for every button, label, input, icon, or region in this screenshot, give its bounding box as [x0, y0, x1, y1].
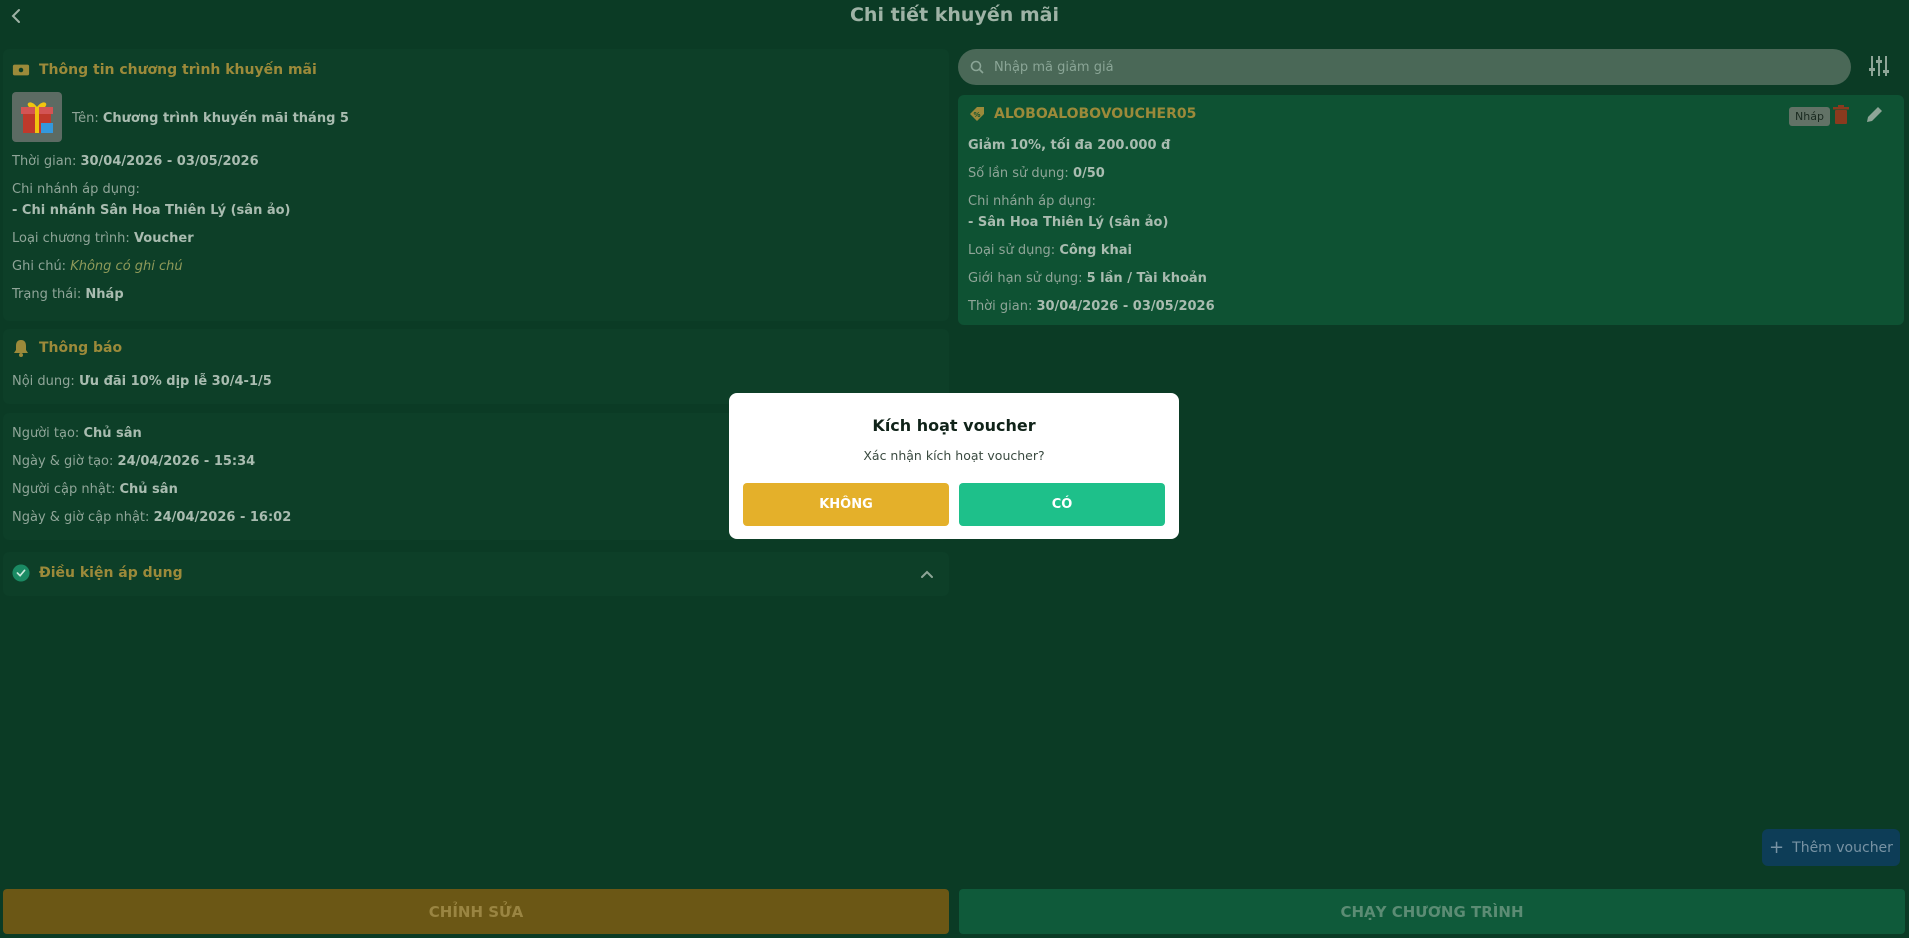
delete-voucher-button[interactable]: [1832, 105, 1854, 127]
voucher-limit-line: Giới hạn sử dụng: 5 lần / Tài khoản: [968, 271, 1207, 286]
dialog-message: Xác nhận kích hoạt voucher?: [863, 448, 1045, 463]
creator-line: Người tạo: Chủ sân: [12, 426, 142, 441]
gift-thumbnail: [12, 92, 62, 142]
notification-title: Thông báo: [12, 339, 122, 357]
voucher-search-input[interactable]: [994, 59, 1794, 75]
promo-time-line: Thời gian: 30/04/2026 - 03/05/2026: [12, 154, 259, 169]
conditions-title: Điều kiện áp dụng: [12, 564, 183, 582]
edit-program-button[interactable]: CHỈNH SỬA: [3, 889, 949, 934]
voucher-card[interactable]: % ALOBOALOBOVOUCHER05 Nháp Giảm 10%, tối…: [958, 95, 1904, 325]
check-circle-icon: [12, 564, 30, 582]
voucher-use-type-line: Loại sử dụng: Công khai: [968, 243, 1133, 258]
notification-content-line: Nội dung: Ưu đãi 10% dịp lễ 30/4-1/5: [12, 374, 272, 389]
sliders-icon: [1869, 56, 1889, 76]
svg-text:%: %: [973, 111, 980, 119]
app-root: Chi tiết khuyến mãi Thông tin chương trì…: [0, 0, 1909, 938]
voucher-branch-label: Chi nhánh áp dụng:: [968, 194, 1096, 209]
header: Chi tiết khuyến mãi: [0, 0, 1909, 42]
promo-type-line: Loại chương trình: Voucher: [12, 231, 194, 246]
voucher-code: % ALOBOALOBOVOUCHER05: [968, 105, 1196, 123]
run-program-button[interactable]: CHẠY CHƯƠNG TRÌNH: [959, 889, 1905, 934]
dialog-yes-button[interactable]: CÓ: [959, 483, 1165, 526]
edit-voucher-button[interactable]: [1864, 105, 1886, 127]
trash-icon: [1833, 105, 1849, 124]
created-time-line: Ngày & giờ tạo: 24/04/2026 - 15:34: [12, 454, 256, 469]
voucher-discount: Giảm 10%, tối đa 200.000 đ: [968, 138, 1171, 153]
add-voucher-button[interactable]: + Thêm voucher: [1762, 829, 1900, 866]
search-icon: [970, 60, 984, 74]
promo-note-line: Ghi chú: Không có ghi chú: [12, 259, 183, 274]
dialog-title: Kích hoạt voucher: [872, 416, 1036, 435]
pencil-icon: [1867, 107, 1882, 122]
gift-icon: [21, 102, 53, 133]
dialog-no-button[interactable]: KHÔNG: [743, 483, 949, 526]
tag-icon: %: [970, 107, 984, 121]
promo-name-value: Chương trình khuyến mãi tháng 5: [102, 111, 349, 126]
activate-voucher-dialog: Kích hoạt voucher Xác nhận kích hoạt vou…: [729, 393, 1179, 539]
promo-name-line: Tên: Chương trình khuyến mãi tháng 5: [72, 111, 349, 126]
promo-branch-value: - Chi nhánh Sân Hoa Thiên Lý (sân ảo): [12, 203, 291, 218]
plus-icon: +: [1769, 836, 1785, 858]
promo-info-card: [3, 49, 949, 321]
voucher-search-bar[interactable]: [958, 49, 1851, 85]
chevron-up-icon[interactable]: [920, 564, 936, 580]
updated-time-line: Ngày & giờ cập nhật: 24/04/2026 - 16:02: [12, 510, 292, 525]
status-badge: Nháp: [1789, 107, 1830, 126]
voucher-branch-value: - Sân Hoa Thiên Lý (sân ảo): [968, 215, 1169, 230]
voucher-usage-line: Số lần sử dụng: 0/50: [968, 166, 1105, 181]
promo-status-line: Trạng thái: Nháp: [12, 287, 124, 302]
voucher-time-line: Thời gian: 30/04/2026 - 03/05/2026: [968, 299, 1215, 314]
updater-line: Người cập nhật: Chủ sân: [12, 482, 178, 497]
filter-button[interactable]: [1868, 54, 1892, 80]
page-title: Chi tiết khuyến mãi: [849, 4, 1059, 26]
promo-info-title: Thông tin chương trình khuyến mãi: [12, 61, 317, 79]
bell-icon: [12, 339, 30, 357]
promo-branch-label: Chi nhánh áp dụng:: [12, 182, 140, 197]
ticket-icon: [12, 61, 30, 79]
